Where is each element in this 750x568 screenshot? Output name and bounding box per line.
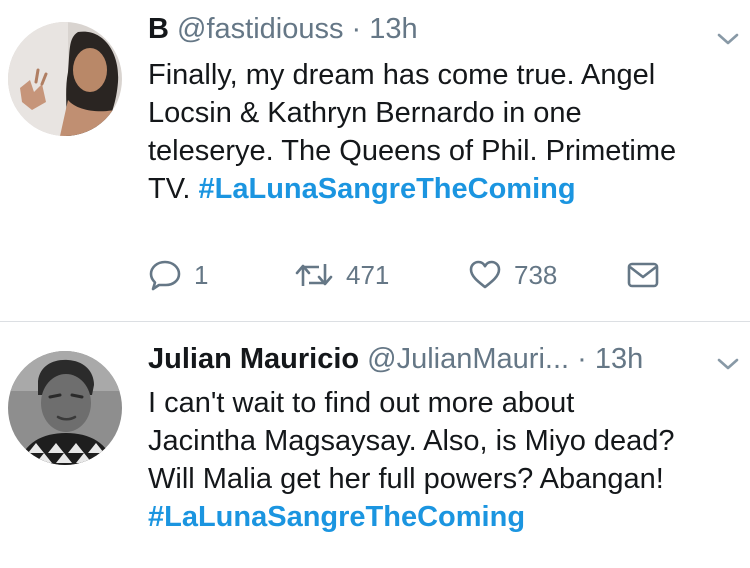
avatar-image xyxy=(8,351,122,465)
separator-dot: · xyxy=(577,343,587,375)
chevron-down-icon[interactable] xyxy=(716,355,740,373)
reply-button[interactable]: 1 xyxy=(148,255,208,295)
display-name[interactable]: B xyxy=(148,13,169,45)
retweet-count: 471 xyxy=(346,259,390,290)
heart-icon xyxy=(469,260,501,289)
tweet-text: I can't wait to find out more about Jaci… xyxy=(148,384,738,536)
avatar[interactable] xyxy=(8,351,122,465)
direct-message-button[interactable] xyxy=(626,255,660,295)
display-name[interactable]: Julian Mauricio xyxy=(148,343,359,375)
tweet-text-prefix: TV. xyxy=(148,173,199,205)
tweet-card[interactable]: B @fastidiouss · 13h Finally, my dream h… xyxy=(0,0,750,322)
tweet-text-line: I can't wait to find out more about xyxy=(148,387,575,419)
tweet-text-line: Jacintha Magsaysay. Also, is Miyo dead? xyxy=(148,425,675,457)
chevron-down-icon[interactable] xyxy=(716,30,740,48)
tweet-text-line: Finally, my dream has come true. Angel xyxy=(148,59,656,91)
retweet-icon xyxy=(295,264,333,286)
user-handle[interactable]: @JulianMauri... xyxy=(367,343,569,375)
tweet-card[interactable]: Julian Mauricio @JulianMauri... · 13h I … xyxy=(0,323,750,568)
timestamp[interactable]: 13h xyxy=(369,13,417,45)
tweet-text-line: Will Malia get her full powers? Abangan! xyxy=(148,463,664,495)
avatar[interactable] xyxy=(8,22,122,136)
retweet-button[interactable]: 471 xyxy=(294,255,389,295)
hashtag-link[interactable]: #LaLunaSangreTheComing xyxy=(148,498,738,536)
tweet-actions: 1 471 738 xyxy=(148,255,708,295)
hashtag-link[interactable]: #LaLunaSangreTheComing xyxy=(199,173,576,205)
user-handle[interactable]: @fastidiouss xyxy=(177,13,343,45)
reply-count: 1 xyxy=(194,259,209,290)
tweet-header: B @fastidiouss · 13h xyxy=(148,12,418,46)
envelope-icon xyxy=(627,262,659,288)
like-count: 738 xyxy=(514,259,558,290)
timestamp[interactable]: 13h xyxy=(595,343,643,375)
tweet-text: Finally, my dream has come true. Angel L… xyxy=(148,56,738,208)
avatar-image xyxy=(8,22,122,136)
tweet-text-line: Locsin & Kathryn Bernardo in one xyxy=(148,97,582,129)
reply-icon xyxy=(149,260,181,291)
tweet-header: Julian Mauricio @JulianMauri... · 13h xyxy=(148,342,643,376)
separator-dot: · xyxy=(351,13,362,45)
like-button[interactable]: 738 xyxy=(468,255,557,295)
tweet-text-line: teleserye. The Queens of Phil. Primetime xyxy=(148,135,677,167)
tweet-text-line: TV. #LaLunaSangreTheComing xyxy=(148,170,738,208)
